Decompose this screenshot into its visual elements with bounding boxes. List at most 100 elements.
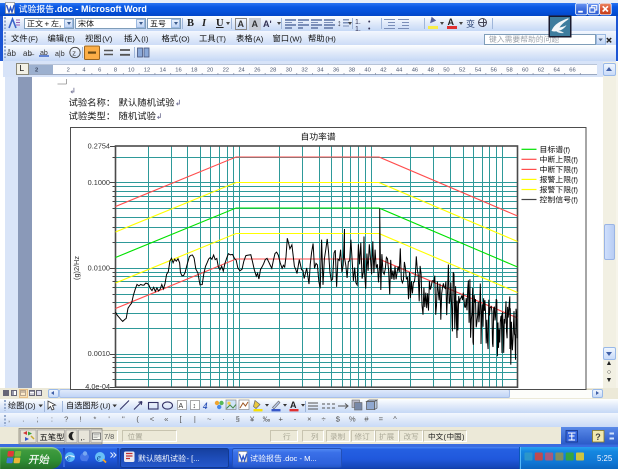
svg-text:22: 22 [223,68,229,74]
svg-text:(U): (U) [100,401,111,410]
svg-text:,.: ,. [81,433,85,442]
svg-text:^: ^ [393,414,397,423]
svg-text:64: 64 [554,68,561,74]
svg-text:28: 28 [270,68,276,74]
svg-text:(I): (I) [141,34,149,43]
svg-text:(T): (T) [216,34,226,43]
svg-text:0.1000: 0.1000 [88,178,110,187]
svg-text:$: $ [336,414,341,423]
svg-text:?: ? [595,432,601,442]
svg-text:<: < [150,414,155,423]
svg-text:16: 16 [175,68,181,74]
svg-text:×: × [307,414,311,423]
svg-text:4: 4 [82,68,86,74]
svg-text:': ' [108,414,110,423]
svg-text:26: 26 [254,68,260,74]
svg-text:12: 12 [144,68,150,74]
svg-text:A: A [179,403,184,410]
svg-text:52: 52 [459,68,465,74]
svg-text:§: § [236,414,240,423]
svg-text:|: | [194,414,196,423]
svg-text:;: ; [37,414,39,423]
svg-text:åb: åb [7,49,16,58]
svg-text:0.2754: 0.2754 [88,142,110,151]
svg-text:2: 2 [67,68,70,74]
svg-text:z: z [72,48,76,57]
svg-text:A: A [290,400,297,410]
svg-text:32: 32 [301,68,307,74]
svg-text:a|b: a|b [55,51,65,58]
svg-text:): ) [462,432,464,441]
svg-text:e: e [97,453,101,463]
svg-text:*: * [93,414,96,423]
svg-text:(F): (F) [28,34,38,43]
svg-text:0.0010: 0.0010 [88,349,110,358]
svg-text:7/8: 7/8 [104,432,114,441]
svg-text:(: ( [136,414,139,423]
svg-text:↕: ↕ [193,403,197,410]
svg-text:2: 2 [35,68,38,74]
svg-text:.doc - Microsoft Word: .doc - Microsoft Word [55,4,147,14]
svg-text:60: 60 [522,68,528,74]
svg-text:46: 46 [412,68,418,74]
svg-text:.doc - M...: .doc - M... [283,454,317,463]
svg-text:5:25: 5:25 [597,454,613,463]
svg-text:0.0100: 0.0100 [88,264,110,273]
svg-text:%: % [349,414,356,423]
svg-text:(f): (f) [571,196,578,205]
svg-text:4.0e-04: 4.0e-04 [85,382,110,391]
svg-text:·: · [222,414,225,423]
svg-text:(f): (f) [571,175,578,184]
svg-text:": " [122,414,125,423]
svg-text:(E): (E) [65,34,76,43]
svg-text:[: [ [180,414,183,423]
svg-text:38: 38 [349,68,355,74]
svg-text:20: 20 [207,68,213,74]
svg-text:(D): (D) [25,401,36,410]
svg-text:6: 6 [98,68,101,74]
svg-text:- [...: - [... [187,454,200,463]
svg-text:36: 36 [333,68,339,74]
svg-text:44: 44 [396,68,403,74]
svg-text:ab: ab [40,50,48,57]
svg-text:40: 40 [364,68,370,74]
svg-text:÷: ÷ [322,414,326,423]
svg-text:10: 10 [128,68,134,74]
svg-text:42: 42 [380,68,386,74]
svg-text:(f): (f) [571,155,578,164]
svg-text:(f): (f) [571,165,578,174]
svg-text:?: ? [64,414,68,423]
svg-text:~: ~ [207,414,212,423]
svg-text:(f): (f) [571,185,578,194]
svg-text:54: 54 [475,68,482,74]
svg-text:(W): (W) [290,34,303,43]
svg-text:(f): (f) [563,145,570,154]
svg-text:4: 4 [202,401,208,411]
svg-text:(O): (O) [179,34,190,43]
svg-text:ab̶: ab̶ [23,49,35,58]
svg-text:48: 48 [427,68,433,74]
svg-text:«: « [164,414,168,423]
svg-text:24: 24 [238,68,245,74]
svg-text:50: 50 [443,68,449,74]
svg-text:=: = [379,414,384,423]
svg-text:14: 14 [160,68,167,74]
svg-text:(g)2/Hz: (g)2/Hz [72,256,81,280]
svg-text:¥: ¥ [250,414,255,423]
svg-text:8: 8 [114,68,117,74]
svg-text:+: + [278,414,283,423]
svg-text:(: ( [444,432,447,441]
svg-text:,: , [59,20,61,29]
svg-text:!: ! [79,414,81,423]
svg-text:-: - [294,414,297,423]
svg-text:56: 56 [490,68,496,74]
svg-text:#: # [364,414,369,423]
svg-text:30: 30 [286,68,292,74]
svg-text:62: 62 [538,68,544,74]
svg-text:(A): (A) [253,34,264,43]
svg-text::: : [51,414,53,423]
svg-text:(H): (H) [325,34,336,43]
svg-text:34: 34 [317,68,324,74]
svg-text:+: + [45,20,50,29]
svg-text:(V): (V) [102,34,113,43]
